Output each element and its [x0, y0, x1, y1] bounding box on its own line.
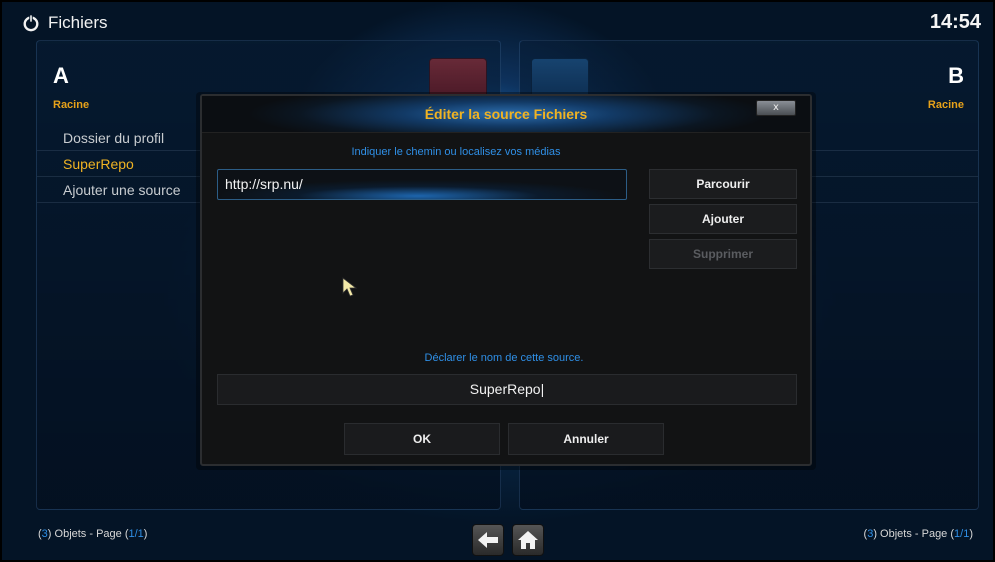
- page-number: 1/1: [954, 528, 970, 540]
- home-icon: [518, 531, 538, 549]
- dialog-title: Éditer la source Fichiers: [424, 106, 588, 122]
- remove-button[interactable]: Supprimer: [649, 239, 797, 269]
- power-icon[interactable]: [22, 14, 40, 32]
- count-mid: ) Objets - Page (: [47, 528, 129, 540]
- name-hint: Déclarer le nom de cette source.: [424, 352, 584, 364]
- back-button[interactable]: [472, 524, 504, 556]
- window-title: Fichiers: [48, 13, 108, 32]
- app-title: Fichiers: [22, 13, 108, 33]
- home-button[interactable]: [512, 524, 544, 556]
- count-suffix: ): [969, 528, 973, 540]
- mouse-pointer-icon: [342, 277, 358, 297]
- count-mid: ) Objets - Page (: [873, 528, 955, 540]
- source-name-input[interactable]: SuperRepo|: [217, 374, 797, 405]
- ok-button[interactable]: OK: [344, 423, 500, 455]
- path-input[interactable]: http://srp.nu/: [217, 169, 627, 200]
- pane-letter-a: A: [53, 63, 69, 88]
- pane-path: Racine: [53, 99, 90, 111]
- edit-source-dialog: Éditer la source Fichiers x Indiquer le …: [200, 94, 812, 466]
- count-suffix: ): [143, 528, 148, 540]
- path-hint: Indiquer le chemin ou localisez vos médi…: [351, 146, 561, 158]
- back-arrow-icon: [478, 532, 498, 548]
- page-number: 1/1: [128, 528, 144, 540]
- dialog-titlebar: Éditer la source Fichiers x: [202, 96, 810, 133]
- browse-button[interactable]: Parcourir: [649, 169, 797, 199]
- left-object-count: (3) Objets - Page (1/1): [38, 528, 147, 540]
- add-button[interactable]: Ajouter: [649, 204, 797, 234]
- cancel-button[interactable]: Annuler: [508, 423, 664, 455]
- right-object-count: (3) Objets - Page (1/1): [864, 528, 973, 540]
- pane-path: Racine: [927, 99, 964, 111]
- pane-letter-b: B: [948, 63, 964, 88]
- close-button[interactable]: x: [756, 100, 796, 116]
- clock: 14:54: [929, 11, 981, 33]
